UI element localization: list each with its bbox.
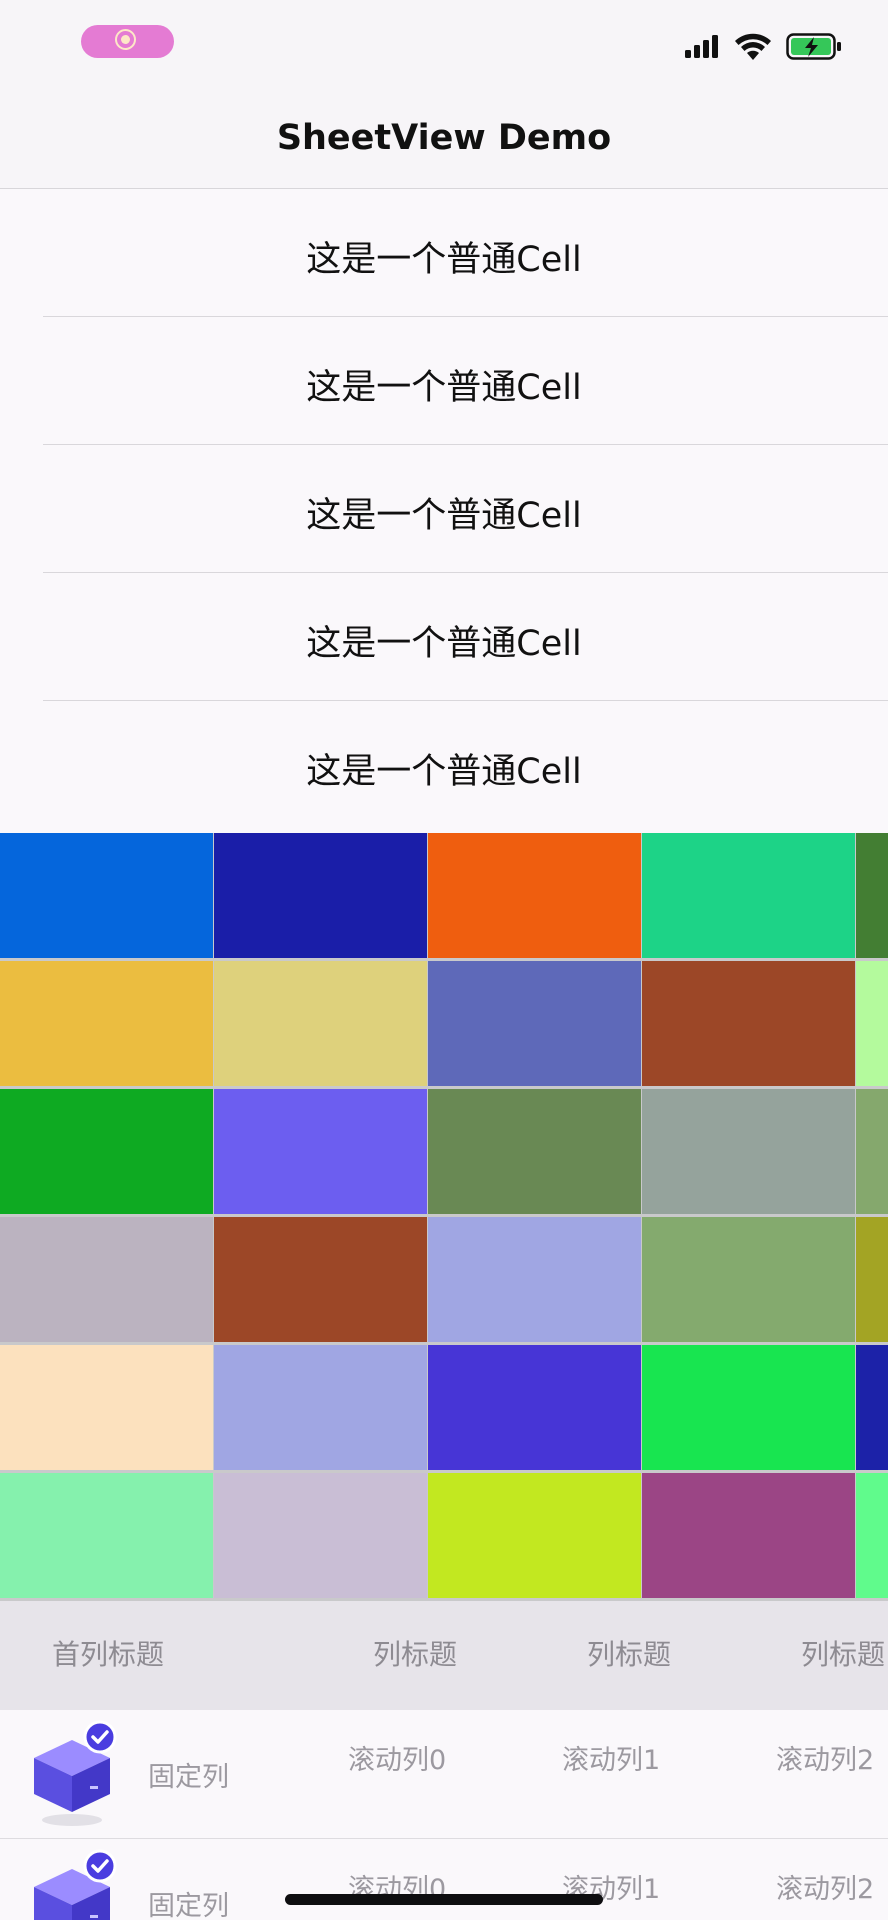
plain-cell-list: 这是一个普通Cell 这是一个普通Cell 这是一个普通Cell 这是一个普通C… (0, 189, 888, 829)
plain-cell[interactable]: 这是一个普通Cell (0, 701, 888, 829)
scroll-column-cell: 滚动列1 (562, 1745, 661, 1776)
cube-check-icon (34, 1849, 117, 1920)
cube-check-icon (34, 1720, 117, 1826)
color-cell[interactable] (428, 833, 641, 958)
color-cell[interactable] (214, 1217, 427, 1342)
color-cell[interactable] (214, 1345, 427, 1470)
color-cell[interactable] (0, 1217, 213, 1342)
home-indicator[interactable] (285, 1894, 603, 1905)
color-cell[interactable] (214, 833, 427, 958)
column-title: 列标题 (373, 1638, 458, 1671)
color-cell[interactable] (428, 1089, 641, 1214)
color-cell[interactable] (428, 1217, 641, 1342)
color-cell[interactable] (642, 1345, 855, 1470)
scroll-column-cell: 滚动列0 (348, 1745, 447, 1776)
color-cell[interactable] (856, 833, 888, 958)
color-cell[interactable] (428, 1473, 641, 1598)
color-cell[interactable] (0, 833, 213, 958)
color-grid-row (0, 1217, 888, 1342)
color-cell[interactable] (856, 1345, 888, 1470)
sheet-header-row: 首列标题 列标题 列标题 列标题 (0, 1601, 888, 1710)
color-cell[interactable] (0, 1089, 213, 1214)
plain-cell-label: 这是一个普通Cell (306, 752, 582, 792)
column-title: 列标题 (801, 1638, 886, 1671)
fixed-column-cell: 固定列 (148, 1762, 229, 1793)
plain-cell[interactable]: 这是一个普通Cell (0, 445, 888, 573)
color-cell[interactable] (642, 1473, 855, 1598)
color-cell[interactable] (214, 961, 427, 1086)
color-cell[interactable] (428, 1345, 641, 1470)
first-column-title: 首列标题 (52, 1638, 165, 1671)
color-grid-sheet[interactable] (0, 833, 888, 1601)
color-grid-row (0, 961, 888, 1086)
signal-icon (685, 35, 718, 58)
color-cell[interactable] (214, 1473, 427, 1598)
sheet-row[interactable]: 固定列 滚动列0 滚动列1 滚动列2 (0, 1839, 888, 1920)
color-grid-row (0, 833, 888, 958)
plain-cell-label: 这是一个普通Cell (306, 496, 582, 536)
color-cell[interactable] (642, 1217, 855, 1342)
fixed-column-cell: 固定列 (148, 1891, 229, 1920)
color-grid-row (0, 1345, 888, 1470)
record-dot (115, 29, 136, 50)
color-cell[interactable] (0, 961, 213, 1086)
sheet-view[interactable]: 首列标题 列标题 列标题 列标题 固定列 滚动列0 滚动列1 滚动列2 固定列 … (0, 1601, 888, 1920)
color-cell[interactable] (0, 1473, 213, 1598)
color-cell[interactable] (856, 1217, 888, 1342)
color-cell[interactable] (214, 1089, 427, 1214)
color-grid-row (0, 1473, 888, 1598)
page-title: SheetView Demo (276, 118, 612, 158)
color-cell[interactable] (428, 961, 641, 1086)
status-bar (0, 0, 888, 88)
screen-record-icon[interactable] (81, 25, 174, 58)
color-cell[interactable] (642, 833, 855, 958)
app-screen: SheetView Demo 这是一个普通Cell 这是一个普通Cell 这是一… (0, 0, 888, 1920)
plain-cell[interactable]: 这是一个普通Cell (0, 317, 888, 445)
scroll-column-cell: 滚动列2 (776, 1745, 875, 1776)
plain-cell-label: 这是一个普通Cell (306, 240, 582, 280)
column-title: 列标题 (587, 1638, 672, 1671)
wifi-icon (735, 33, 771, 60)
color-cell[interactable] (642, 961, 855, 1086)
color-cell[interactable] (856, 961, 888, 1086)
plain-cell[interactable]: 这是一个普通Cell (0, 189, 888, 317)
scroll-column-cell: 滚动列2 (776, 1874, 875, 1905)
plain-cell-label: 这是一个普通Cell (306, 624, 582, 664)
color-cell[interactable] (0, 1345, 213, 1470)
battery-charging-icon (786, 33, 841, 60)
color-cell[interactable] (856, 1473, 888, 1598)
color-cell[interactable] (642, 1089, 855, 1214)
navigation-bar: SheetView Demo (0, 88, 888, 189)
plain-cell-label: 这是一个普通Cell (306, 368, 582, 408)
color-cell[interactable] (856, 1089, 888, 1214)
plain-cell[interactable]: 这是一个普通Cell (0, 573, 888, 701)
sheet-row[interactable]: 固定列 滚动列0 滚动列1 滚动列2 (0, 1710, 888, 1839)
color-grid-row (0, 1089, 888, 1214)
